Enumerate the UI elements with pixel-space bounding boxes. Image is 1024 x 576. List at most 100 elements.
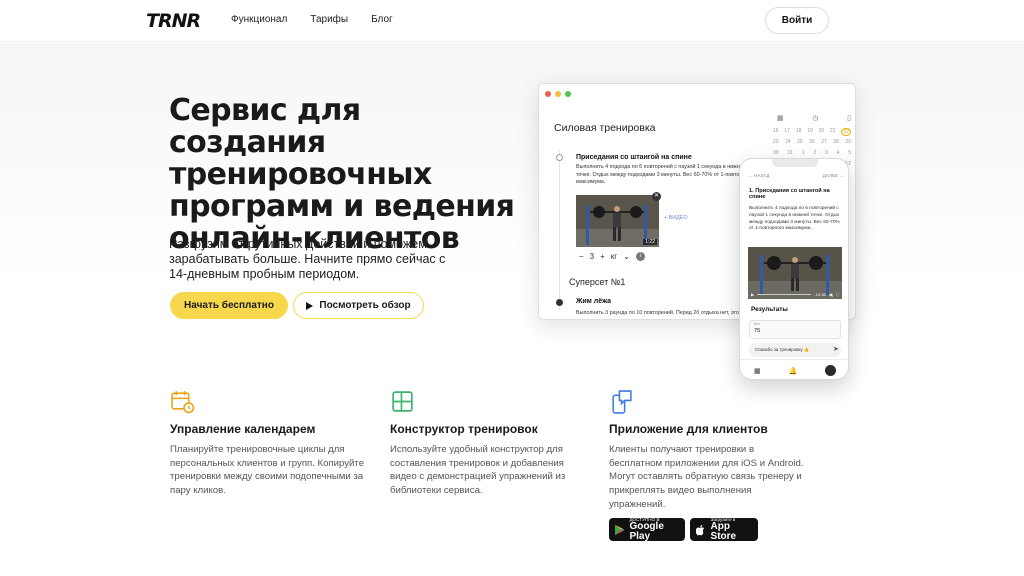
stepper-unit: кг (610, 252, 618, 261)
calendar-day[interactable]: 21 (830, 128, 836, 136)
calendar-day[interactable]: 17 (784, 128, 790, 136)
calendar-day[interactable]: 24 (785, 139, 791, 145)
calendar-icon[interactable]: ▦ (777, 114, 784, 122)
fullscreen-icon[interactable]: ⛶ (836, 292, 839, 297)
exercise2-description: Выполнить 3 раунда по 10 повторений. Пер… (576, 310, 739, 316)
window-controls (545, 91, 571, 97)
calendar-day[interactable]: 19 (807, 128, 813, 136)
remove-video-icon[interactable]: ✕ (652, 192, 661, 201)
minimize-dot-icon (555, 91, 561, 97)
results-caption: Вес (754, 322, 761, 326)
google-play-label: Google Play (629, 521, 664, 542)
calendar-day[interactable]: 4 (837, 150, 840, 156)
calendar-day[interactable]: 3 (825, 150, 828, 156)
calendar-clock-icon (171, 391, 195, 414)
calendar-day[interactable]: 26 (809, 139, 815, 145)
tab-calendar-icon[interactable]: ▦ (754, 367, 761, 375)
calendar-day-today[interactable]: 22 (841, 128, 851, 136)
chat-message: Спасибо за тренировку 👍 (755, 347, 810, 352)
feature-title: Конструктор тренировок (390, 422, 538, 436)
play-icon[interactable]: ▶ (751, 292, 754, 297)
clock-icon[interactable]: ◷ (812, 114, 818, 122)
watch-overview-label: Посмотреть обзор (319, 300, 411, 311)
nav-link-features[interactable]: Функционал (231, 14, 287, 25)
video-controls: ▶ -12:36 ◀) ⛶ (748, 292, 842, 297)
google-play-badge[interactable]: ДОСТУПНО В Google Play (609, 517, 685, 542)
avatar[interactable] (825, 365, 837, 376)
back-link[interactable]: ← НАЗАД (748, 173, 769, 178)
calendar-day[interactable]: 23 (773, 139, 779, 145)
minus-icon[interactable]: − (579, 252, 584, 261)
hero-subtitle: Разгрузим от рутинных действий и поможем… (169, 237, 446, 281)
timeline-dot (556, 154, 563, 161)
timeline-line (559, 150, 560, 310)
grid-builder-icon (392, 391, 413, 412)
calendar-day[interactable]: 2 (813, 150, 816, 156)
calendar-day[interactable]: 30 (773, 150, 779, 156)
calendar-day[interactable]: 29 (845, 139, 851, 145)
timeline-dot-filled (556, 299, 563, 306)
calendar-day[interactable]: 28 (833, 139, 839, 145)
app-store-badge[interactable]: Загрузите в App Store (690, 517, 758, 542)
exercise-video-thumbnail[interactable]: 1:22 (576, 195, 659, 247)
send-icon[interactable]: ➤ (833, 345, 839, 353)
calendar-week: 30 31 1 2 3 4 5 (773, 150, 851, 156)
calendar-week: 16 17 18 19 20 21 22 (773, 128, 851, 136)
play-icon (306, 301, 314, 310)
maximize-dot-icon (565, 91, 571, 97)
phone-exercise-description: Выполнить 4 подхода по 6 повторений с па… (749, 206, 840, 232)
calendar-toolbar: ▦ ◷ ▯ (777, 114, 851, 122)
calendar-day[interactable]: 18 (796, 128, 802, 136)
nav-link-blog[interactable]: Блог (371, 14, 393, 25)
superset-label: Суперсет №1 (569, 277, 626, 287)
results-value: 75 (754, 328, 761, 334)
exercise2-name: Жим лёжа (576, 298, 612, 305)
calendar-day[interactable]: 1 (802, 150, 805, 156)
feature-text: Используйте удобный конструктор для сост… (390, 444, 566, 497)
video-progress-bar[interactable] (757, 294, 812, 295)
video-duration: 1:22 (643, 239, 657, 245)
calendar-day[interactable]: 31 (787, 150, 793, 156)
chat-input[interactable]: Спасибо за тренировку 👍 (749, 343, 841, 357)
exercise-description: Выполнить 4 подхода по 6 повторений с па… (576, 164, 754, 186)
calendar-day[interactable]: 25 (797, 139, 803, 145)
mobile-app-mockup: ← НАЗАД ДАЛЕЕ → 1. Приседания со штангой… (739, 158, 849, 380)
next-link[interactable]: ДАЛЕЕ → (823, 173, 844, 178)
google-play-icon (615, 524, 625, 535)
feature-title: Управление календарем (170, 422, 316, 436)
feature-title: Приложение для клиентов (609, 422, 768, 436)
logo[interactable]: TRNR (146, 10, 201, 32)
site-header: TRNR Функционал Тарифы Блог Войти (0, 0, 1024, 42)
login-button[interactable]: Войти (765, 7, 829, 34)
phone-notch (772, 159, 818, 167)
workout-title: Силовая тренировка (554, 122, 656, 134)
plus-icon[interactable]: + (600, 252, 605, 261)
feature-text: Планируйте тренировочные циклы для персо… (170, 444, 365, 497)
close-dot-icon (545, 91, 551, 97)
stepper-value: 3 (589, 252, 595, 261)
unit-chevron-icon[interactable]: ⌄ (623, 252, 630, 261)
phone-nav: ← НАЗАД ДАЛЕЕ → (748, 173, 844, 178)
watch-overview-button[interactable]: Посмотреть обзор (293, 292, 424, 319)
app-store-label: App Store (710, 521, 737, 542)
calendar-day[interactable]: 16 (773, 128, 779, 136)
volume-icon[interactable]: ◀) (829, 292, 833, 297)
tab-notifications-icon[interactable]: 🔔 (788, 367, 797, 375)
start-free-button[interactable]: Начать бесплатно (170, 292, 288, 319)
results-input[interactable]: Вес 75 (749, 320, 841, 339)
calendar-week: 23 24 25 26 27 28 29 (773, 139, 851, 145)
apple-icon (696, 524, 705, 535)
calendar-day[interactable]: 27 (821, 139, 827, 145)
nav-link-pricing[interactable]: Тарифы (310, 14, 348, 25)
calendar-day[interactable]: 20 (819, 128, 825, 136)
weight-stepper[interactable]: − 3 + кг ⌄ i (579, 252, 645, 261)
document-icon[interactable]: ▯ (847, 114, 851, 122)
results-label: Результаты (751, 306, 788, 313)
exercise-name: Приседания со штангой на спине (576, 154, 692, 161)
calendar-day[interactable]: 5 (848, 150, 851, 156)
info-icon[interactable]: i (635, 252, 645, 261)
feature-text: Клиенты получают тренировки в бесплатном… (609, 444, 804, 510)
add-video-link[interactable]: + ВИДЕО (664, 215, 688, 221)
phone-chat-icon (612, 390, 632, 414)
phone-video-player[interactable]: ▶ -12:36 ◀) ⛶ (748, 247, 842, 299)
